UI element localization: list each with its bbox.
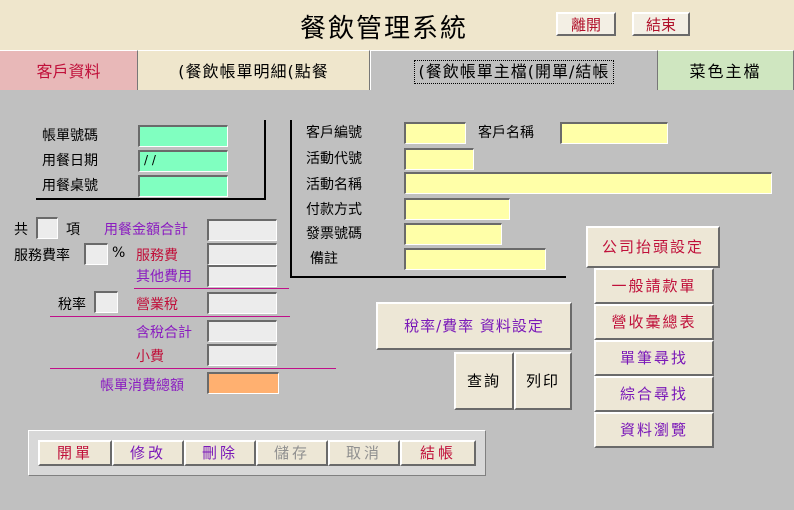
general-invoice-button[interactable]: 一般請款單 bbox=[594, 268, 714, 304]
combined-search-button[interactable]: 綜合尋找 bbox=[594, 376, 714, 412]
invoice-number-field[interactable] bbox=[404, 223, 502, 245]
app-title: 餐飲管理系統 bbox=[300, 14, 469, 44]
grand-total-field[interactable] bbox=[207, 372, 279, 394]
event-code-label: 活動代號 bbox=[306, 151, 362, 167]
tab-dish-master[interactable]: 菜色主檔 bbox=[658, 50, 794, 90]
invoice-number-label: 發票號碼 bbox=[306, 226, 362, 242]
company-header-settings-button[interactable]: 公司抬頭設定 bbox=[586, 226, 720, 268]
business-tax-label: 營業稅 bbox=[136, 297, 178, 313]
open-bill-button[interactable]: 開單 bbox=[38, 440, 112, 466]
bill-number-label: 帳單號碼 bbox=[42, 128, 98, 144]
bill-number-field[interactable] bbox=[138, 125, 228, 147]
bill-box-right-border bbox=[264, 120, 266, 200]
data-browse-button[interactable]: 資料瀏覽 bbox=[594, 412, 714, 448]
other-fee-field[interactable] bbox=[207, 265, 277, 287]
business-tax-underline bbox=[50, 316, 290, 317]
customer-box-bottom-border bbox=[290, 276, 566, 278]
service-fee-label: 服務費 bbox=[136, 248, 178, 264]
delete-button[interactable]: 刪除 bbox=[184, 440, 256, 466]
leave-button[interactable]: 離開 bbox=[556, 12, 616, 36]
event-name-field[interactable] bbox=[404, 172, 772, 194]
single-search-button[interactable]: 單筆尋找 bbox=[594, 340, 714, 376]
event-code-field[interactable] bbox=[404, 148, 474, 170]
grand-total-label: 帳單消費總額 bbox=[100, 378, 184, 394]
tax-included-total-field[interactable] bbox=[207, 320, 277, 342]
event-name-label: 活動名稱 bbox=[306, 177, 362, 193]
meal-date-field[interactable]: / / bbox=[138, 150, 228, 172]
meal-total-label: 用餐金額合計 bbox=[104, 222, 188, 238]
percent-sign: % bbox=[112, 245, 126, 261]
payment-method-field[interactable] bbox=[404, 198, 510, 220]
customer-box-left-border bbox=[290, 120, 292, 278]
customer-name-field[interactable] bbox=[560, 122, 668, 144]
meal-total-field[interactable] bbox=[207, 219, 277, 241]
service-fee-field[interactable] bbox=[207, 243, 277, 265]
item-count-field[interactable] bbox=[36, 217, 58, 239]
tab-bill-master-label: (餐飲帳單主檔(開單/結帳 bbox=[413, 60, 615, 84]
remark-label: 備註 bbox=[310, 251, 338, 267]
tab-bill-detail[interactable]: (餐飲帳單明細(點餐 bbox=[138, 50, 370, 90]
tip-label: 小費 bbox=[136, 349, 164, 365]
revenue-summary-button[interactable]: 營收彙總表 bbox=[594, 304, 714, 340]
items-suffix-label: 項 bbox=[66, 222, 80, 238]
customer-code-label: 客戶編號 bbox=[306, 125, 362, 141]
table-number-field[interactable] bbox=[138, 175, 228, 197]
save-button[interactable]: 儲存 bbox=[256, 440, 328, 466]
tax-rate-settings-button[interactable]: 稅率/費率 資料設定 bbox=[376, 302, 572, 350]
cancel-button[interactable]: 取消 bbox=[328, 440, 400, 466]
other-fee-label: 其他費用 bbox=[136, 269, 192, 285]
end-button[interactable]: 結束 bbox=[632, 12, 690, 36]
bill-box-bottom-border bbox=[36, 198, 266, 200]
meal-date-label: 用餐日期 bbox=[42, 153, 98, 169]
checkout-button[interactable]: 結帳 bbox=[400, 440, 476, 466]
tip-field[interactable] bbox=[207, 344, 277, 366]
query-button[interactable]: 查詢 bbox=[454, 352, 514, 410]
tab-customer-data[interactable]: 客戶資料 bbox=[0, 50, 138, 90]
print-button[interactable]: 列印 bbox=[514, 352, 572, 410]
tax-rate-field[interactable] bbox=[94, 291, 118, 313]
tax-included-total-label: 含稅合計 bbox=[136, 325, 192, 341]
customer-code-field[interactable] bbox=[404, 122, 466, 144]
total-prefix-label: 共 bbox=[14, 222, 28, 238]
service-rate-field[interactable] bbox=[84, 243, 108, 265]
customer-name-label: 客戶名稱 bbox=[478, 125, 534, 141]
other-fee-underline bbox=[134, 288, 289, 289]
table-number-label: 用餐桌號 bbox=[42, 178, 98, 194]
tip-underline bbox=[50, 368, 336, 369]
tax-rate-label: 稅率 bbox=[58, 297, 86, 313]
service-rate-label: 服務費率 bbox=[14, 248, 70, 264]
remark-field[interactable] bbox=[404, 248, 546, 270]
payment-method-label: 付款方式 bbox=[306, 202, 362, 218]
business-tax-field[interactable] bbox=[207, 292, 277, 314]
edit-button[interactable]: 修改 bbox=[112, 440, 184, 466]
tab-bill-master[interactable]: (餐飲帳單主檔(開單/結帳 bbox=[370, 50, 658, 90]
